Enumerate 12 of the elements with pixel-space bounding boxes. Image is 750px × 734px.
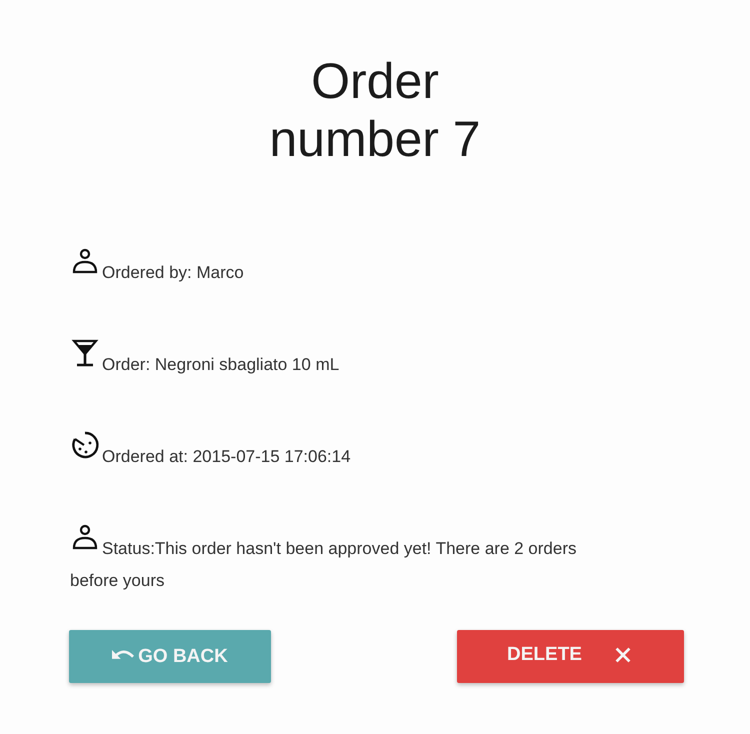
delete-button[interactable]: DELETE	[457, 630, 684, 683]
detail-text: Ordered by: Marco	[102, 263, 244, 282]
person-icon	[70, 246, 100, 276]
cocktail-glass-icon	[70, 338, 100, 368]
undo-icon	[112, 648, 134, 659]
page-title: Order number 7	[268, 52, 482, 168]
clock-icon	[70, 430, 100, 460]
detail-text: Order: Negroni sbagliato 10 mL	[102, 355, 340, 374]
back-button[interactable]: GO BACK	[69, 630, 271, 683]
person-icon	[70, 522, 100, 552]
detail-text: Status:This order hasn't been approved yet! There are 2 orders before yours	[70, 539, 576, 590]
detail-text: Ordered at: 2015-07-15 17:06:14	[102, 447, 351, 466]
